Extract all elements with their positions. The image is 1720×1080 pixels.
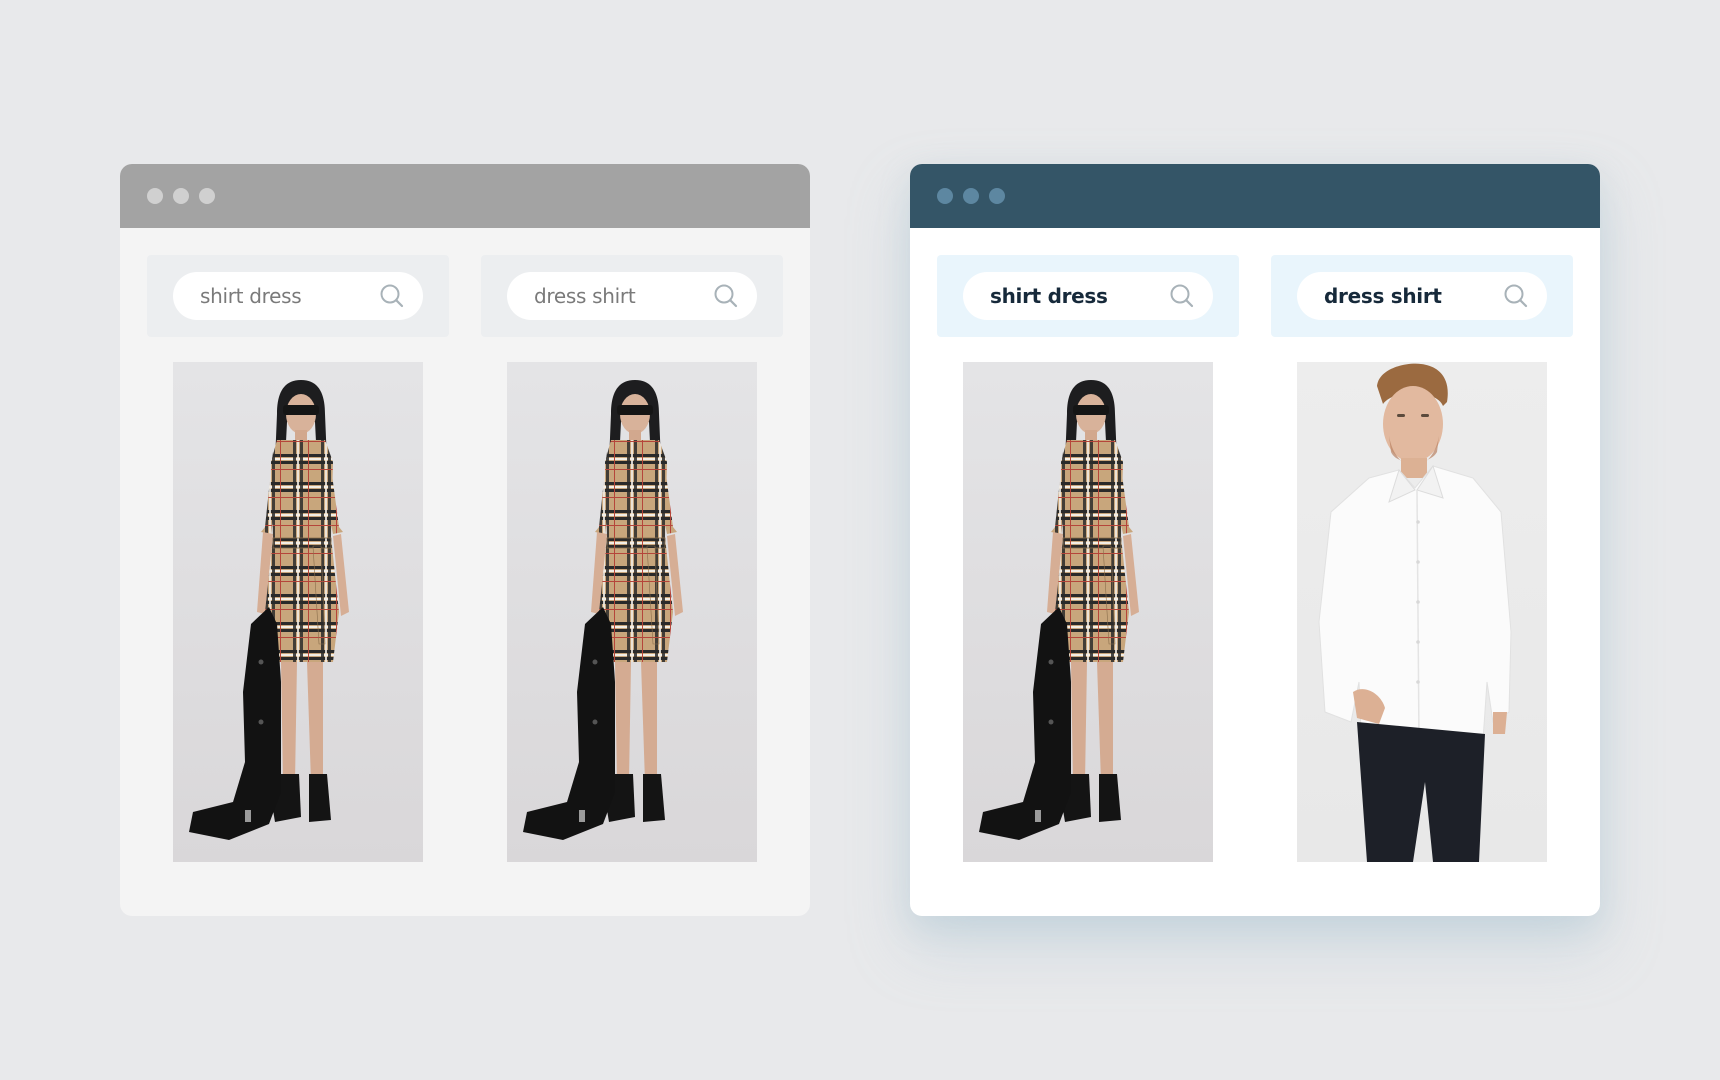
product-image-shirt-dress[interactable] — [507, 362, 757, 862]
window-control-dot[interactable] — [199, 188, 215, 204]
search-input[interactable] — [534, 284, 704, 308]
browser-window-semantic — [910, 164, 1600, 916]
search-input[interactable] — [990, 284, 1160, 308]
search-icon[interactable] — [379, 283, 405, 309]
search-bar[interactable] — [1297, 272, 1547, 320]
search-column — [481, 255, 783, 862]
window-control-dot[interactable] — [989, 188, 1005, 204]
search-panel — [481, 255, 783, 337]
search-columns — [937, 255, 1573, 862]
search-icon[interactable] — [713, 283, 739, 309]
window-control-dot[interactable] — [963, 188, 979, 204]
search-panel — [937, 255, 1239, 337]
search-bar[interactable] — [507, 272, 757, 320]
search-icon[interactable] — [1503, 283, 1529, 309]
search-bar[interactable] — [963, 272, 1213, 320]
search-column — [147, 255, 449, 862]
search-input[interactable] — [200, 284, 370, 308]
title-bar — [120, 164, 810, 228]
product-image-shirt-dress[interactable] — [963, 362, 1213, 862]
window-control-dot[interactable] — [937, 188, 953, 204]
window-control-dot[interactable] — [147, 188, 163, 204]
window-control-dot[interactable] — [173, 188, 189, 204]
search-column — [937, 255, 1239, 862]
search-icon[interactable] — [1169, 283, 1195, 309]
title-bar — [910, 164, 1600, 228]
search-bar[interactable] — [173, 272, 423, 320]
search-column — [1271, 255, 1573, 862]
search-input[interactable] — [1324, 284, 1494, 308]
search-columns — [147, 255, 783, 862]
search-panel — [1271, 255, 1573, 337]
product-image-shirt-dress[interactable] — [173, 362, 423, 862]
product-image-dress-shirt[interactable] — [1297, 362, 1547, 862]
browser-window-generic — [120, 164, 810, 916]
search-panel — [147, 255, 449, 337]
